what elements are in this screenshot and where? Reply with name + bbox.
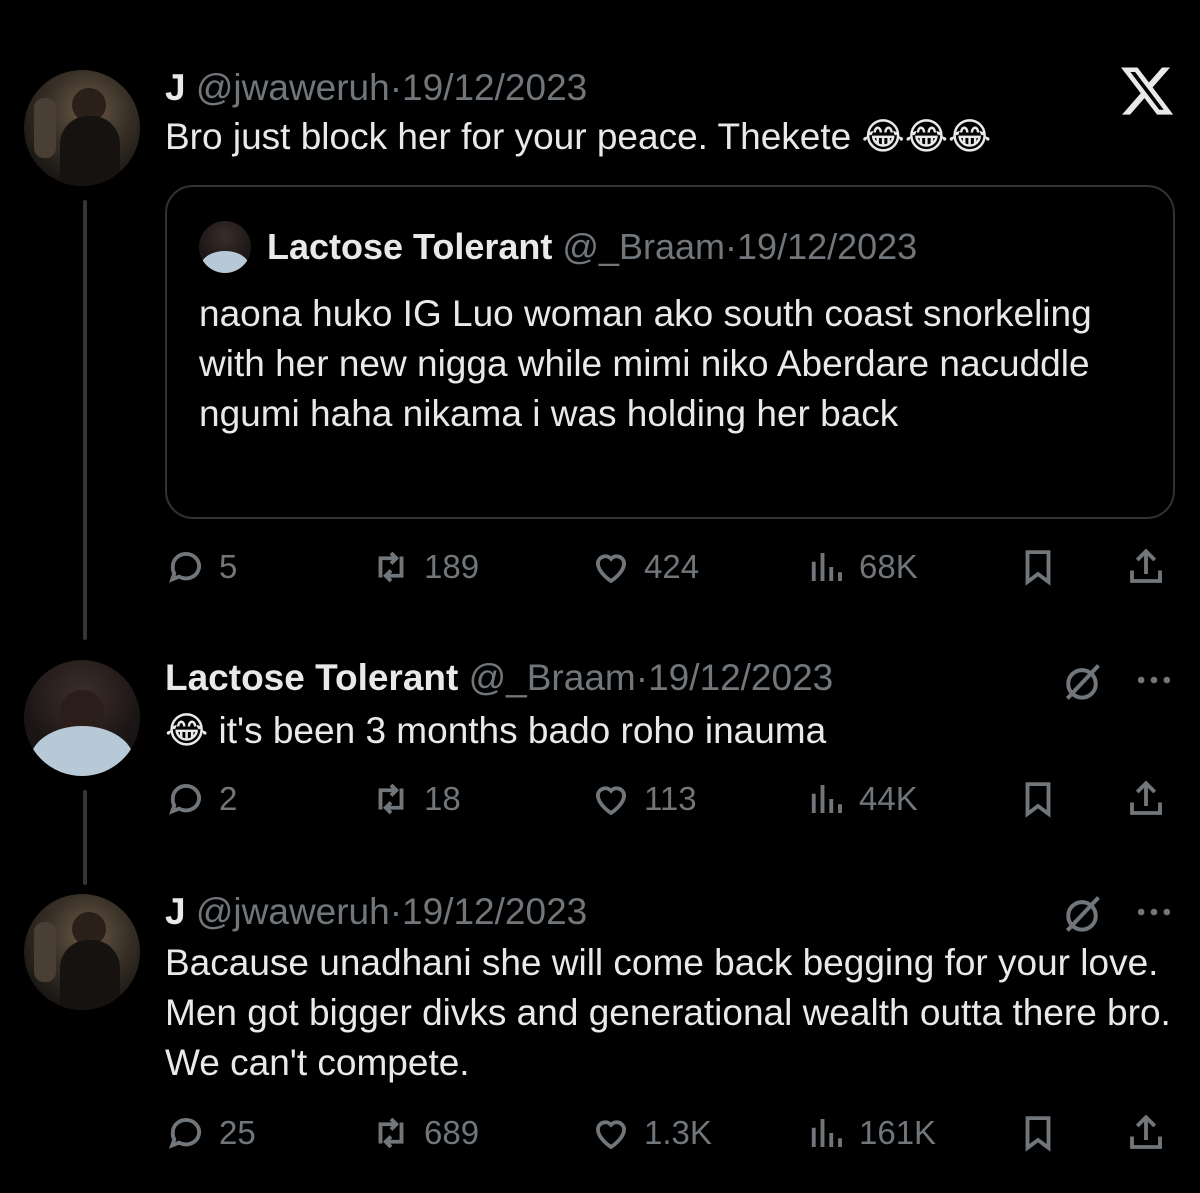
like-button[interactable]: 1.3K	[590, 1108, 712, 1158]
author-name[interactable]: J	[165, 891, 186, 932]
tweet-header: J @jwaweruh·19/12/2023	[165, 890, 587, 934]
avatar	[199, 221, 251, 273]
separator: ·	[389, 67, 403, 108]
quote-header: Lactose Tolerant @_Braam·19/12/2023	[267, 225, 917, 269]
repost-button[interactable]: 189	[370, 542, 479, 592]
reply-count: 2	[219, 780, 238, 817]
views-button[interactable]: 44K	[805, 774, 918, 824]
view-count: 44K	[859, 780, 918, 817]
reply-button[interactable]: 2	[165, 774, 237, 824]
share-button[interactable]	[1125, 1108, 1167, 1158]
views-icon	[811, 1119, 842, 1147]
separator: ·	[725, 226, 738, 267]
author-name: Lactose Tolerant	[267, 226, 553, 267]
bookmark-button[interactable]	[1017, 1108, 1059, 1158]
reply-button[interactable]: 5	[165, 542, 237, 592]
repost-icon	[378, 783, 404, 815]
grok-icon[interactable]	[1060, 660, 1104, 704]
author-handle[interactable]: @jwaweruh	[196, 891, 390, 932]
tweet-header: Lactose Tolerant @_Braam·19/12/2023	[165, 656, 833, 700]
x-logo-icon[interactable]	[1118, 62, 1176, 120]
view-count: 68K	[859, 548, 918, 585]
more-icon[interactable]	[1132, 890, 1176, 934]
share-button[interactable]	[1125, 774, 1167, 824]
author-name[interactable]: J	[165, 67, 186, 108]
author-handle[interactable]: @_Braam	[469, 657, 636, 698]
tweet-date[interactable]: 19/12/2023	[402, 67, 587, 108]
share-icon	[1130, 548, 1162, 583]
bookmark-icon	[1025, 550, 1051, 586]
reply-count: 25	[219, 1114, 256, 1151]
separator: ·	[389, 891, 403, 932]
like-button[interactable]: 113	[590, 774, 697, 824]
author-handle[interactable]: @jwaweruh	[196, 67, 390, 108]
avatar[interactable]	[24, 70, 140, 186]
quoted-tweet[interactable]: Lactose Tolerant @_Braam·19/12/2023 naon…	[165, 185, 1175, 519]
heart-icon	[595, 786, 627, 816]
author-handle: @_Braam	[562, 226, 726, 267]
separator: ·	[635, 657, 649, 698]
views-button[interactable]: 161K	[805, 1108, 936, 1158]
views-button[interactable]: 68K	[805, 542, 918, 592]
tweet-header: J @jwaweruh·19/12/2023	[165, 66, 587, 110]
repost-button[interactable]: 689	[370, 1108, 479, 1158]
author-name[interactable]: Lactose Tolerant	[165, 657, 458, 698]
view-count: 161K	[859, 1114, 937, 1151]
tweet-text: Bacause unadhani she will come back begg…	[165, 942, 1171, 1083]
avatar[interactable]	[24, 660, 140, 776]
reply-button[interactable]: 25	[165, 1108, 256, 1158]
reply-icon	[168, 783, 202, 815]
reply-icon	[168, 551, 202, 583]
thread-line	[83, 200, 87, 640]
quote-text: naona huko IG Luo woman ako south coast …	[199, 293, 1092, 434]
views-icon	[811, 785, 842, 813]
repost-count: 18	[424, 780, 461, 817]
tweet-text: 😂 it's been 3 months bado roho inauma	[165, 710, 827, 751]
repost-count: 689	[424, 1114, 480, 1151]
more-icon[interactable]	[1132, 658, 1176, 702]
bookmark-button[interactable]	[1017, 542, 1059, 592]
action-bar: 25 689 1.3K 161K	[165, 1108, 1175, 1158]
bookmark-icon	[1025, 782, 1051, 818]
bookmark-button[interactable]	[1017, 774, 1059, 824]
tweet-date: 19/12/2023	[737, 226, 918, 267]
share-icon	[1130, 1114, 1162, 1149]
avatar[interactable]	[24, 894, 140, 1010]
like-count: 1.3K	[644, 1114, 712, 1151]
heart-icon	[595, 1120, 627, 1150]
action-bar: 5 189 424 68K	[165, 542, 1175, 592]
repost-button[interactable]: 18	[370, 774, 461, 824]
like-button[interactable]: 424	[590, 542, 699, 592]
tweet-date[interactable]: 19/12/2023	[648, 657, 833, 698]
thread-line	[83, 790, 87, 885]
heart-icon	[595, 554, 627, 584]
tweet-date[interactable]: 19/12/2023	[402, 891, 587, 932]
repost-icon	[378, 551, 404, 583]
like-count: 424	[644, 548, 700, 585]
like-count: 113	[644, 780, 697, 817]
reply-icon	[168, 1117, 202, 1149]
tweet-text: Bro just block her for your peace. Theke…	[165, 116, 992, 157]
share-icon	[1130, 780, 1162, 815]
reply-count: 5	[219, 548, 238, 585]
views-icon	[811, 553, 842, 581]
repost-count: 189	[424, 548, 480, 585]
bookmark-icon	[1025, 1116, 1051, 1152]
grok-icon[interactable]	[1060, 892, 1104, 936]
repost-icon	[378, 1117, 404, 1149]
share-button[interactable]	[1125, 542, 1167, 592]
action-bar: 2 18 113 44K	[165, 774, 1175, 824]
